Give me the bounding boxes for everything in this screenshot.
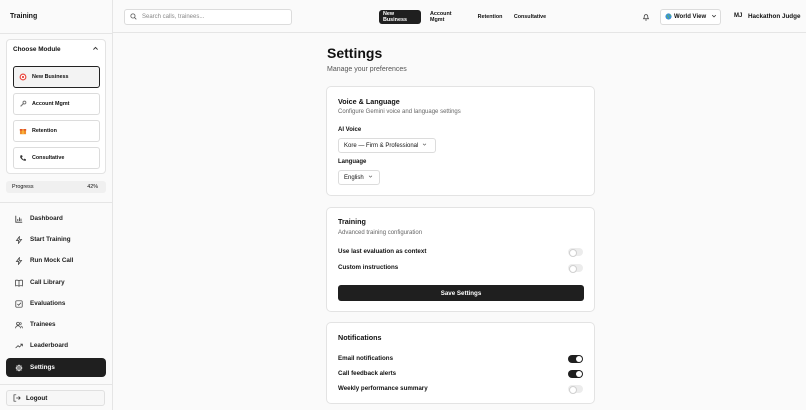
ai-voice-label: AI Voice: [338, 127, 362, 133]
tab-account-mgmt[interactable]: Account Mgmt: [426, 10, 470, 24]
module-selector: Choose Module New Business Account Mgmt …: [6, 39, 106, 174]
bolt-icon: [15, 235, 23, 244]
progress-label: Progress: [12, 184, 34, 190]
training-card: Training Advanced training configuration…: [326, 207, 595, 312]
sidebar-divider: [0, 384, 113, 385]
sidebar-item-dashboard[interactable]: Dashboard: [6, 209, 106, 228]
voice-language-card: Voice & Language Configure Gemini voice …: [326, 86, 595, 196]
gear-icon: [15, 364, 23, 372]
option-label: Call feedback alerts: [338, 370, 397, 377]
logout-label: Logout: [26, 394, 48, 402]
sidebar-item-settings[interactable]: Settings: [6, 358, 106, 377]
chevron-down-icon: [368, 174, 373, 181]
module-heading: Choose Module: [13, 46, 61, 53]
region-select[interactable]: World View: [660, 9, 721, 25]
use-last-evaluation-toggle[interactable]: [568, 248, 583, 257]
sidebar-item-call-library[interactable]: Call Library: [6, 273, 106, 292]
globe-icon: [665, 12, 672, 22]
avatar[interactable]: MJ: [734, 13, 742, 19]
sidebar-item-label: Run Mock Call: [30, 257, 74, 264]
module-account-mgmt[interactable]: Account Mgmt: [13, 93, 100, 115]
chevron-up-icon[interactable]: [92, 45, 99, 54]
sidebar-item-evaluations[interactable]: Evaluations: [6, 294, 106, 313]
app-title: Training: [10, 13, 38, 20]
module-label: Retention: [32, 128, 57, 134]
language-select[interactable]: English: [338, 170, 380, 185]
custom-instructions-toggle[interactable]: [568, 264, 583, 273]
bell-icon[interactable]: [640, 10, 652, 24]
logout-icon: [13, 394, 21, 402]
module-label: Account Mgmt: [32, 101, 70, 107]
module-new-business[interactable]: New Business: [13, 66, 100, 88]
progress-indicator: Progress 42%: [6, 181, 106, 193]
email-notifications-toggle[interactable]: [568, 355, 583, 363]
option-label: Custom instructions: [338, 264, 399, 271]
sidebar-item-trainees[interactable]: Trainees: [6, 315, 106, 334]
bolt-icon: [15, 256, 23, 265]
page-title: Settings: [327, 45, 383, 61]
tab-consultative[interactable]: Consultative: [511, 10, 549, 24]
module-label: New Business: [32, 74, 69, 80]
region-label: World View: [674, 14, 707, 20]
card-subtitle: Configure Gemini voice and language sett…: [338, 109, 461, 115]
sidebar-item-label: Trainees: [30, 321, 56, 328]
module-label: Consultative: [32, 155, 65, 161]
sidebar-divider: [0, 33, 113, 34]
trend-icon: [15, 342, 23, 350]
module-consultative[interactable]: Consultative: [13, 147, 100, 169]
phone-icon: [19, 154, 27, 162]
logout-button[interactable]: Logout: [6, 390, 105, 406]
chevron-down-icon: [422, 142, 427, 149]
ai-voice-value: Kore — Firm & Professional: [344, 142, 419, 149]
weekly-summary-toggle[interactable]: [568, 385, 583, 394]
search-icon: [130, 12, 137, 22]
card-subtitle: Advanced training configuration: [338, 230, 423, 236]
sidebar-item-label: Start Training: [30, 236, 71, 243]
book-icon: [15, 279, 23, 287]
sidebar-item-label: Dashboard: [30, 215, 63, 222]
module-retention[interactable]: Retention: [13, 120, 100, 142]
bar-chart-icon: [15, 215, 23, 223]
tab-retention[interactable]: Retention: [475, 10, 505, 24]
wrench-icon: [19, 100, 27, 108]
card-title: Notifications: [338, 333, 382, 342]
checkbox-icon: [15, 299, 23, 308]
gift-icon: [19, 127, 27, 135]
progress-value: 42%: [87, 184, 98, 190]
card-title: Training: [338, 217, 366, 226]
sidebar-item-leaderboard[interactable]: Leaderboard: [6, 336, 106, 355]
search-input[interactable]: Search calls, trainees...: [124, 9, 292, 25]
sidebar-item-run-mock-call[interactable]: Run Mock Call: [6, 251, 106, 270]
language-label: Language: [338, 159, 367, 165]
notifications-card: Notifications Email notifications Call f…: [326, 322, 595, 404]
sidebar-item-start-training[interactable]: Start Training: [6, 230, 106, 249]
page-subtitle: Manage your preferences: [327, 66, 407, 73]
option-label: Weekly performance summary: [338, 385, 428, 392]
user-name[interactable]: Hackathon Judge: [748, 13, 800, 20]
ai-voice-select[interactable]: Kore — Firm & Professional: [338, 138, 436, 153]
search-placeholder: Search calls, trainees...: [142, 14, 205, 20]
tab-new-business[interactable]: New Business: [379, 10, 421, 24]
chevron-down-icon: [711, 13, 717, 21]
sidebar: Training Choose Module New Business Acco…: [0, 0, 113, 410]
sidebar-divider: [0, 202, 113, 203]
sidebar-item-label: Leaderboard: [30, 342, 69, 349]
target-icon: [19, 73, 27, 81]
sidebar-item-label: Evaluations: [30, 300, 66, 307]
save-settings-button[interactable]: Save Settings: [338, 285, 584, 301]
top-bar: Search calls, trainees... New Business A…: [113, 0, 806, 33]
call-feedback-alerts-toggle[interactable]: [568, 370, 583, 378]
option-label: Email notifications: [338, 355, 394, 362]
users-icon: [15, 321, 23, 329]
option-label: Use last evaluation as context: [338, 248, 427, 255]
language-value: English: [344, 174, 364, 181]
sidebar-item-label: Call Library: [30, 279, 65, 286]
card-title: Voice & Language: [338, 97, 400, 106]
sidebar-item-label: Settings: [30, 364, 55, 371]
